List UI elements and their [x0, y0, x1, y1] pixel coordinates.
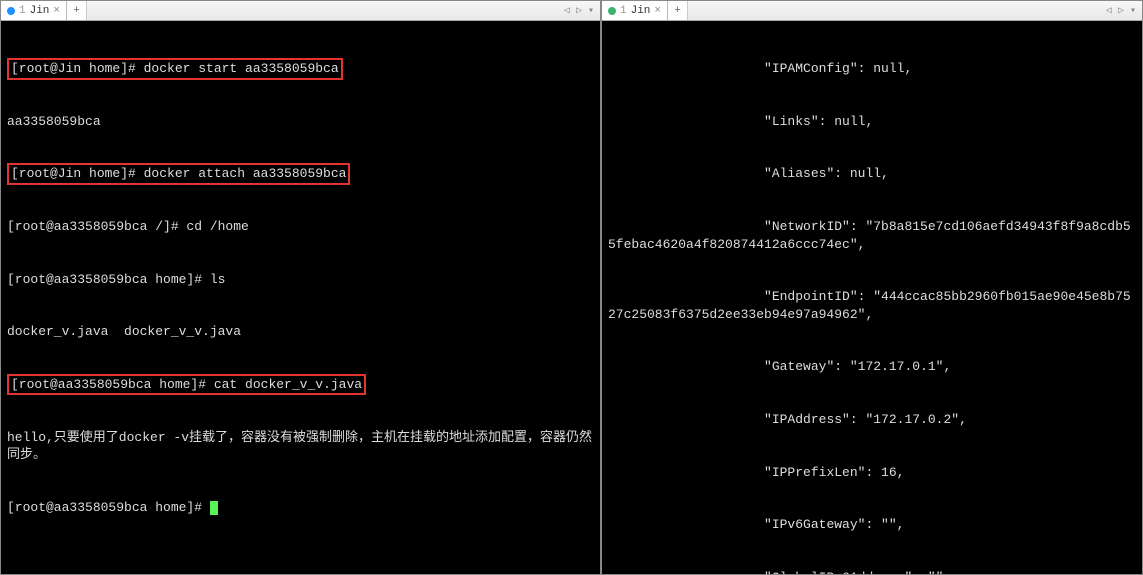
tab-next-icon[interactable]: ▷: [574, 5, 584, 17]
right-tab-1[interactable]: 1 Jin ×: [602, 1, 668, 20]
tab-menu-icon[interactable]: ▾: [586, 5, 596, 17]
tab-next-icon[interactable]: ▷: [1116, 5, 1126, 17]
tabbar-controls: ◁ ▷ ▾: [558, 1, 600, 20]
highlight-box: [root@Jin home]# docker start aa3358059b…: [7, 58, 343, 80]
right-terminal[interactable]: "IPAMConfig": null, "Links": null, "Alia…: [602, 21, 1142, 574]
terminal-line: "IPAddress": "172.17.0.2",: [608, 411, 1136, 429]
tab-menu-icon[interactable]: ▾: [1128, 5, 1138, 17]
highlight-box: [root@aa3358059bca home]# cat docker_v_v…: [7, 374, 366, 396]
terminal-line: "IPAMConfig": null,: [608, 60, 1136, 78]
terminal-line: [root@Jin home]# docker attach aa3358059…: [11, 166, 346, 181]
status-dot-icon: [608, 7, 616, 15]
terminal-line: docker_v.java docker_v_v.java: [7, 323, 594, 341]
right-terminal-pane: 1 Jin × + ◁ ▷ ▾ "IPAMConfig": null, "Lin…: [601, 0, 1143, 575]
tab-prev-icon[interactable]: ◁: [562, 5, 572, 17]
status-dot-icon: [7, 7, 15, 15]
cursor-icon: [210, 501, 218, 515]
terminal-line: hello,只要使用了docker -v挂载了，容器没有被强制删除，主机在挂载的…: [7, 429, 594, 464]
terminal-line: "IPv6Gateway": "",: [608, 516, 1136, 534]
terminal-line: [root@aa3358059bca /]# cd /home: [7, 218, 594, 236]
close-icon[interactable]: ×: [53, 5, 60, 17]
terminal-line: aa3358059bca: [7, 113, 594, 131]
terminal-line: "NetworkID": "7b8a815e7cd106aefd34943f8f…: [608, 218, 1136, 253]
terminal-line: [root@aa3358059bca home]# cat docker_v_v…: [11, 377, 362, 392]
tab-title: Jin: [631, 5, 651, 17]
left-terminal-pane: 1 Jin × + ◁ ▷ ▾ [root@Jin home]# docker …: [0, 0, 601, 575]
left-tab-1[interactable]: 1 Jin ×: [1, 1, 67, 20]
left-tabbar: 1 Jin × + ◁ ▷ ▾: [1, 1, 600, 21]
terminal-line: [root@aa3358059bca home]# ls: [7, 271, 594, 289]
terminal-line: "EndpointID": "444ccac85bb2960fb015ae90e…: [608, 288, 1136, 323]
left-terminal[interactable]: [root@Jin home]# docker start aa3358059b…: [1, 21, 600, 574]
terminal-line: "IPPrefixLen": 16,: [608, 464, 1136, 482]
add-tab-button[interactable]: +: [67, 1, 87, 20]
add-tab-button[interactable]: +: [668, 1, 688, 20]
terminal-line: "GlobalIPv6Address": "",: [608, 569, 1136, 574]
close-icon[interactable]: ×: [654, 5, 661, 17]
tab-number: 1: [19, 5, 26, 17]
tab-prev-icon[interactable]: ◁: [1104, 5, 1114, 17]
right-tabbar: 1 Jin × + ◁ ▷ ▾: [602, 1, 1142, 21]
tabbar-controls: ◁ ▷ ▾: [1100, 1, 1142, 20]
terminal-line: "Gateway": "172.17.0.1",: [608, 358, 1136, 376]
terminal-line: "Aliases": null,: [608, 165, 1136, 183]
terminal-line: [root@Jin home]# docker start aa3358059b…: [11, 61, 339, 76]
terminal-line: "Links": null,: [608, 113, 1136, 131]
terminal-prompt: [root@aa3358059bca home]#: [7, 500, 210, 515]
highlight-box: [root@Jin home]# docker attach aa3358059…: [7, 163, 350, 185]
tab-number: 1: [620, 5, 627, 17]
tab-title: Jin: [30, 5, 50, 17]
